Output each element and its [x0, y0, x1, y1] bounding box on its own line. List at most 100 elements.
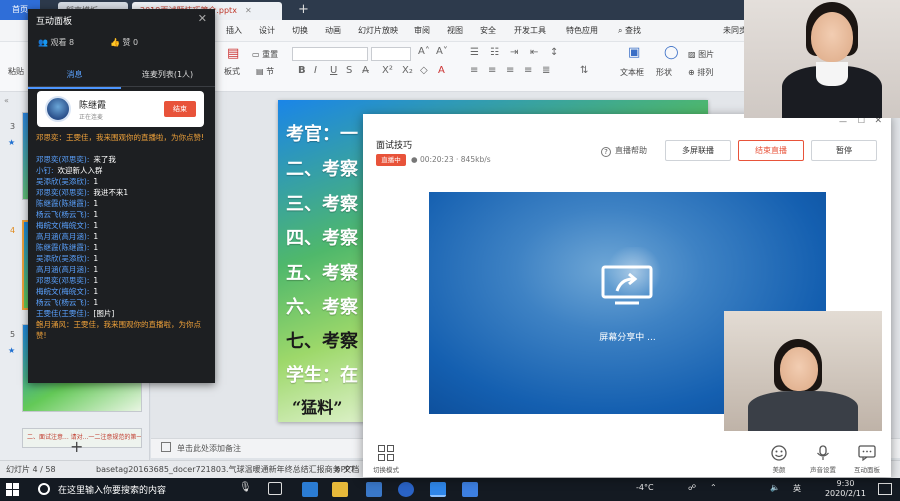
- bold-icon[interactable]: B: [298, 65, 306, 76]
- animation-star-icon: ★: [8, 346, 16, 355]
- ie-icon[interactable]: [398, 482, 414, 497]
- help-icon: ?: [601, 147, 611, 157]
- textbox-icon[interactable]: ▣: [628, 45, 640, 60]
- new-slide-icon[interactable]: ▤: [227, 46, 239, 61]
- live-app-icon[interactable]: [430, 482, 446, 497]
- text-direction-icon[interactable]: ⇅: [580, 65, 588, 76]
- reset-icon: ▭: [252, 50, 260, 59]
- menu-find-label: 查找: [625, 26, 642, 35]
- menu-design[interactable]: 设计: [259, 20, 275, 42]
- underline-icon[interactable]: U: [330, 65, 337, 76]
- strikethrough-icon[interactable]: A̶: [362, 65, 369, 76]
- menu-review[interactable]: 审阅: [414, 20, 430, 42]
- microphone-icon[interactable]: 🎙: [239, 482, 252, 493]
- collapse-pane-icon[interactable]: «: [4, 96, 9, 105]
- tab-messages[interactable]: 消息: [28, 63, 121, 89]
- shadow-icon[interactable]: S: [346, 65, 352, 76]
- chat-text: 1: [93, 265, 99, 274]
- microphone-icon: [817, 445, 829, 460]
- panel-close-icon[interactable]: ✕: [198, 12, 207, 25]
- arrange-button[interactable]: ⊕ 排列: [688, 67, 713, 78]
- weather-temperature[interactable]: -4°C: [636, 483, 654, 492]
- chat-system-notice: 鲍月涌风：王雯佳，我来围观你的直播啦，为你点赞!: [36, 320, 201, 340]
- add-slide-button[interactable]: +: [70, 437, 83, 456]
- bullet-list-icon[interactable]: ☰: [470, 47, 479, 58]
- font-size-select[interactable]: [371, 47, 411, 61]
- tab-close-icon[interactable]: ✕: [245, 6, 252, 15]
- textbox-button[interactable]: 文本框: [620, 67, 644, 78]
- outdent-icon[interactable]: ⇤: [530, 47, 538, 58]
- task-view-icon[interactable]: [268, 482, 282, 495]
- wps-taskbar-icon[interactable]: [462, 482, 478, 497]
- interaction-panel-button[interactable]: 互动面板: [847, 445, 887, 474]
- align-center-icon[interactable]: ≡: [488, 65, 496, 76]
- windows-start-icon[interactable]: [6, 483, 19, 496]
- tray-expand-icon[interactable]: ⌃: [710, 483, 717, 492]
- align-left-icon[interactable]: ≡: [470, 65, 478, 76]
- chat-sender: 高月涵(高月涵):: [36, 232, 90, 241]
- menu-developer[interactable]: 开发工具: [514, 20, 546, 42]
- align-right-icon[interactable]: ≡: [506, 65, 514, 76]
- chat-bubble-icon: [858, 445, 876, 461]
- menu-insert[interactable]: 插入: [226, 20, 242, 42]
- taskbar-search-input[interactable]: 在这里输入你要搜索的内容: [58, 483, 166, 496]
- font-family-select[interactable]: [292, 47, 368, 61]
- picture-button[interactable]: ▨ 图片: [688, 49, 714, 60]
- justify-icon[interactable]: ≡: [524, 65, 532, 76]
- section-label: 节: [266, 67, 275, 76]
- menu-slideshow[interactable]: 幻灯片放映: [358, 20, 398, 42]
- doc-tab-status[interactable]: ⊗ 文档: [334, 464, 359, 475]
- menu-view[interactable]: 视图: [447, 20, 463, 42]
- end-connection-button[interactable]: 结束: [164, 101, 196, 117]
- volume-icon[interactable]: 🔈: [770, 483, 780, 492]
- menu-transition[interactable]: 切换: [292, 20, 308, 42]
- shape-button[interactable]: 形状: [656, 67, 672, 78]
- font-grow-icon[interactable]: A˄: [418, 46, 430, 57]
- superscript-icon[interactable]: X²: [382, 65, 393, 76]
- network-tray-icon[interactable]: ☍: [688, 483, 696, 492]
- chat-text: 我进不来1: [93, 188, 129, 197]
- line-spacing-icon[interactable]: ↕: [550, 47, 558, 58]
- font-shrink-icon[interactable]: A˅: [436, 46, 448, 57]
- menu-find[interactable]: ⌕ 查找: [618, 20, 641, 42]
- layout-button[interactable]: 板式: [224, 66, 240, 77]
- reset-button[interactable]: ▭ 重置: [252, 49, 278, 60]
- camera-person-face: [780, 347, 818, 391]
- subscript-icon[interactable]: X₂: [402, 65, 413, 76]
- slide-text-line-7: 七、考察: [286, 331, 358, 352]
- distribute-icon[interactable]: ≣: [542, 65, 550, 76]
- italic-icon[interactable]: I: [314, 65, 317, 76]
- layout-mode-button[interactable]: 切换模式: [366, 445, 406, 474]
- menu-features[interactable]: 特色应用: [566, 20, 598, 42]
- smile-icon: [771, 445, 787, 461]
- shape-icon[interactable]: ◯: [664, 45, 679, 60]
- notification-icon[interactable]: [878, 483, 892, 495]
- slide-text-line-1: 考官：一: [286, 124, 358, 145]
- minimize-icon[interactable]: —: [839, 117, 847, 126]
- pause-button[interactable]: 暂停: [811, 140, 877, 161]
- like-count: 👍 赞 0: [110, 37, 138, 48]
- store-icon[interactable]: [366, 482, 382, 497]
- chat-message: 邓思奕(邓思奕): 我进不来1: [36, 187, 208, 198]
- indent-icon[interactable]: ⇥: [510, 47, 518, 58]
- section-button[interactable]: ▤ 节: [256, 66, 274, 77]
- tab-mic-list[interactable]: 连麦列表(1人): [121, 63, 214, 87]
- clock-date: 2020/2/11: [824, 489, 866, 498]
- numbered-list-icon[interactable]: ☷: [490, 47, 499, 58]
- audio-settings-button[interactable]: 声音设置: [803, 445, 843, 474]
- system-clock[interactable]: 9:30 2020/2/11: [825, 479, 866, 499]
- menu-security[interactable]: 安全: [480, 20, 496, 42]
- help-link[interactable]: ? 直播帮助: [601, 145, 647, 157]
- paste-button[interactable]: 粘贴: [8, 66, 24, 77]
- end-live-button[interactable]: 结束直播: [738, 140, 804, 161]
- cortana-icon[interactable]: [38, 483, 50, 495]
- font-color-icon[interactable]: A: [438, 65, 445, 76]
- multi-screen-button[interactable]: 多屏联播: [665, 140, 731, 161]
- beauty-button[interactable]: 美颜: [759, 445, 799, 474]
- edge-icon[interactable]: [302, 482, 318, 497]
- clear-format-icon[interactable]: ◇: [420, 65, 428, 76]
- new-tab-button[interactable]: +: [298, 2, 309, 17]
- ime-indicator[interactable]: 英: [793, 483, 801, 494]
- menu-animation[interactable]: 动画: [325, 20, 341, 42]
- file-explorer-icon[interactable]: [332, 482, 348, 497]
